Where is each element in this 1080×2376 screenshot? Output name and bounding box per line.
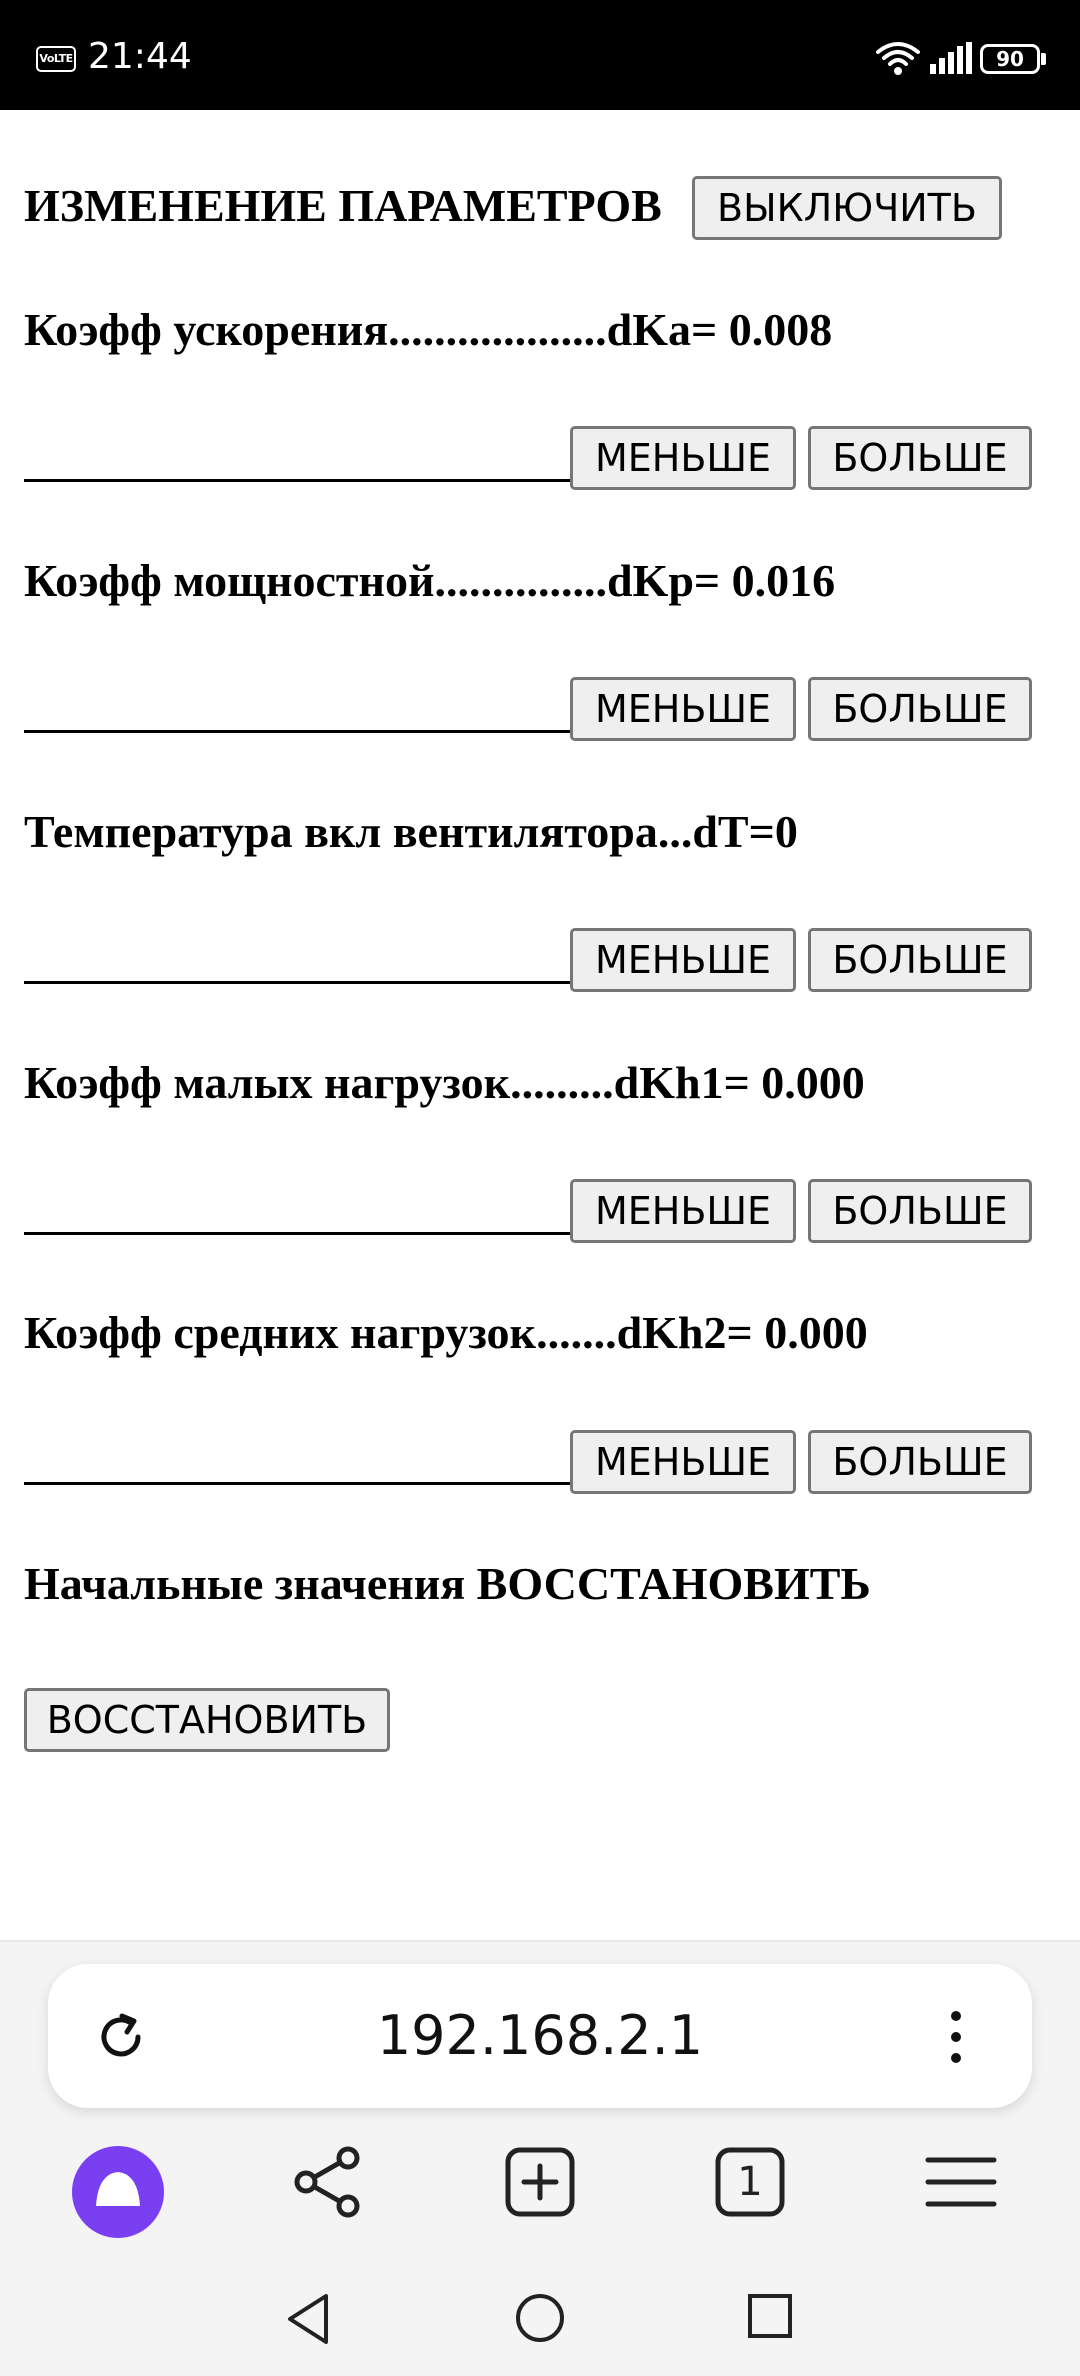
param-label-dka: Коэфф ускорения...................dKa= 0… bbox=[24, 304, 833, 355]
volte-icon: VoLTE bbox=[36, 46, 76, 72]
back-nav-icon[interactable] bbox=[284, 2292, 332, 2346]
url-text[interactable]: 192.168.2.1 bbox=[48, 1964, 1032, 2108]
more-button-dkp[interactable]: БОЛЬШЕ bbox=[808, 677, 1032, 741]
battery-tip bbox=[1041, 53, 1046, 65]
param-label-dt: Температура вкл вентилятора...dT=0 bbox=[24, 806, 798, 857]
status-bar: VoLTE 21:44 90 bbox=[0, 0, 1080, 110]
param-input-line bbox=[24, 1482, 570, 1485]
more-button-dkh2[interactable]: БОЛЬШЕ bbox=[808, 1430, 1032, 1494]
less-button-dka[interactable]: МЕНЬШЕ bbox=[570, 426, 796, 490]
tab-count: 1 bbox=[737, 2159, 763, 2205]
less-button-dkh2[interactable]: МЕНЬШЕ bbox=[570, 1430, 796, 1494]
browser-bottom-bar: 192.168.2.1 1 bbox=[0, 1940, 1080, 2376]
param-label-dkh1: Коэфф малых нагрузок.........dKh1= 0.000 bbox=[24, 1057, 865, 1108]
status-time: 21:44 bbox=[88, 36, 192, 77]
wifi-icon bbox=[876, 42, 920, 75]
param-label-dkh2: Коэфф средних нагрузок.......dKh2= 0.000 bbox=[24, 1307, 868, 1358]
param-label-dkp: Коэфф мощностной...............dKp= 0.01… bbox=[24, 555, 836, 606]
less-button-dkp[interactable]: МЕНЬШЕ bbox=[570, 677, 796, 741]
new-tab-icon[interactable] bbox=[504, 2146, 576, 2218]
restore-button[interactable]: ВОССТАНОВИТЬ bbox=[24, 1688, 390, 1752]
param-input-line bbox=[24, 479, 570, 482]
page-title: ИЗМЕНЕНИЕ ПАРАМЕТРОВ bbox=[24, 180, 662, 231]
more-button-dt[interactable]: БОЛЬШЕ bbox=[808, 928, 1032, 992]
recents-nav-icon[interactable] bbox=[746, 2292, 794, 2340]
menu-icon[interactable] bbox=[924, 2146, 998, 2218]
reload-icon[interactable] bbox=[94, 2010, 148, 2064]
param-input-line bbox=[24, 981, 570, 984]
page-content: ИЗМЕНЕНИЕ ПАРАМЕТРОВ ВЫКЛЮЧИТЬ Коэфф уск… bbox=[0, 110, 1080, 1940]
share-icon[interactable] bbox=[292, 2146, 362, 2218]
alice-assistant-icon[interactable] bbox=[72, 2146, 164, 2238]
off-button[interactable]: ВЫКЛЮЧИТЬ bbox=[692, 176, 1002, 240]
more-vertical-icon[interactable] bbox=[948, 2010, 964, 2064]
tabs-icon[interactable]: 1 bbox=[714, 2146, 786, 2218]
home-nav-icon[interactable] bbox=[514, 2292, 566, 2344]
more-button-dka[interactable]: БОЛЬШЕ bbox=[808, 426, 1032, 490]
more-button-dkh1[interactable]: БОЛЬШЕ bbox=[808, 1179, 1032, 1243]
address-bar[interactable]: 192.168.2.1 bbox=[48, 1964, 1032, 2108]
signal-icon bbox=[930, 42, 972, 74]
restore-label: Начальные значения ВОССТАНОВИТЬ bbox=[24, 1558, 871, 1609]
param-input-line bbox=[24, 1232, 570, 1235]
less-button-dkh1[interactable]: МЕНЬШЕ bbox=[570, 1179, 796, 1243]
less-button-dt[interactable]: МЕНЬШЕ bbox=[570, 928, 796, 992]
battery-icon: 90 bbox=[980, 44, 1040, 74]
param-input-line bbox=[24, 730, 570, 733]
